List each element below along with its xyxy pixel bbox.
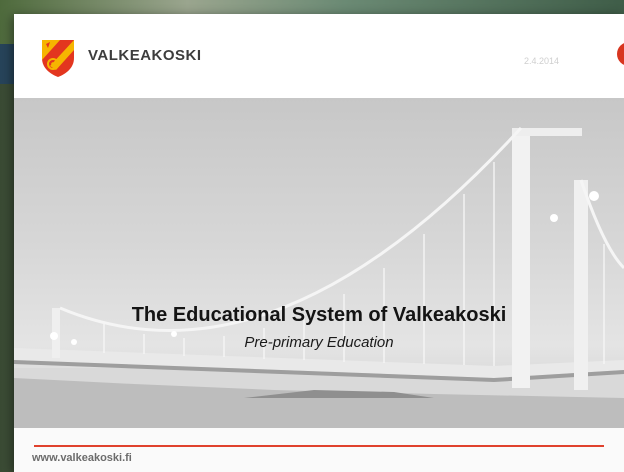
bridge-illustration (14, 126, 624, 428)
slide-date: 2.4.2014 (524, 56, 560, 66)
logo-wordmark: VALKEAKOSKI (88, 47, 202, 64)
slide-subtitle: Pre-primary Education (244, 334, 394, 351)
presentation-slide: VALKEAKOSKI 2.4.2014 The Educational Sys… (14, 14, 624, 472)
valkeakoski-coat-of-arms-icon (42, 40, 74, 77)
footer-divider (34, 445, 604, 447)
slide-header: VALKEAKOSKI 2.4.2014 (14, 14, 624, 98)
slide-title: The Educational System of Valkeakoski (131, 304, 507, 326)
bridge-background-image (14, 98, 624, 428)
footer-url: www.valkeakoski.fi (32, 452, 132, 462)
